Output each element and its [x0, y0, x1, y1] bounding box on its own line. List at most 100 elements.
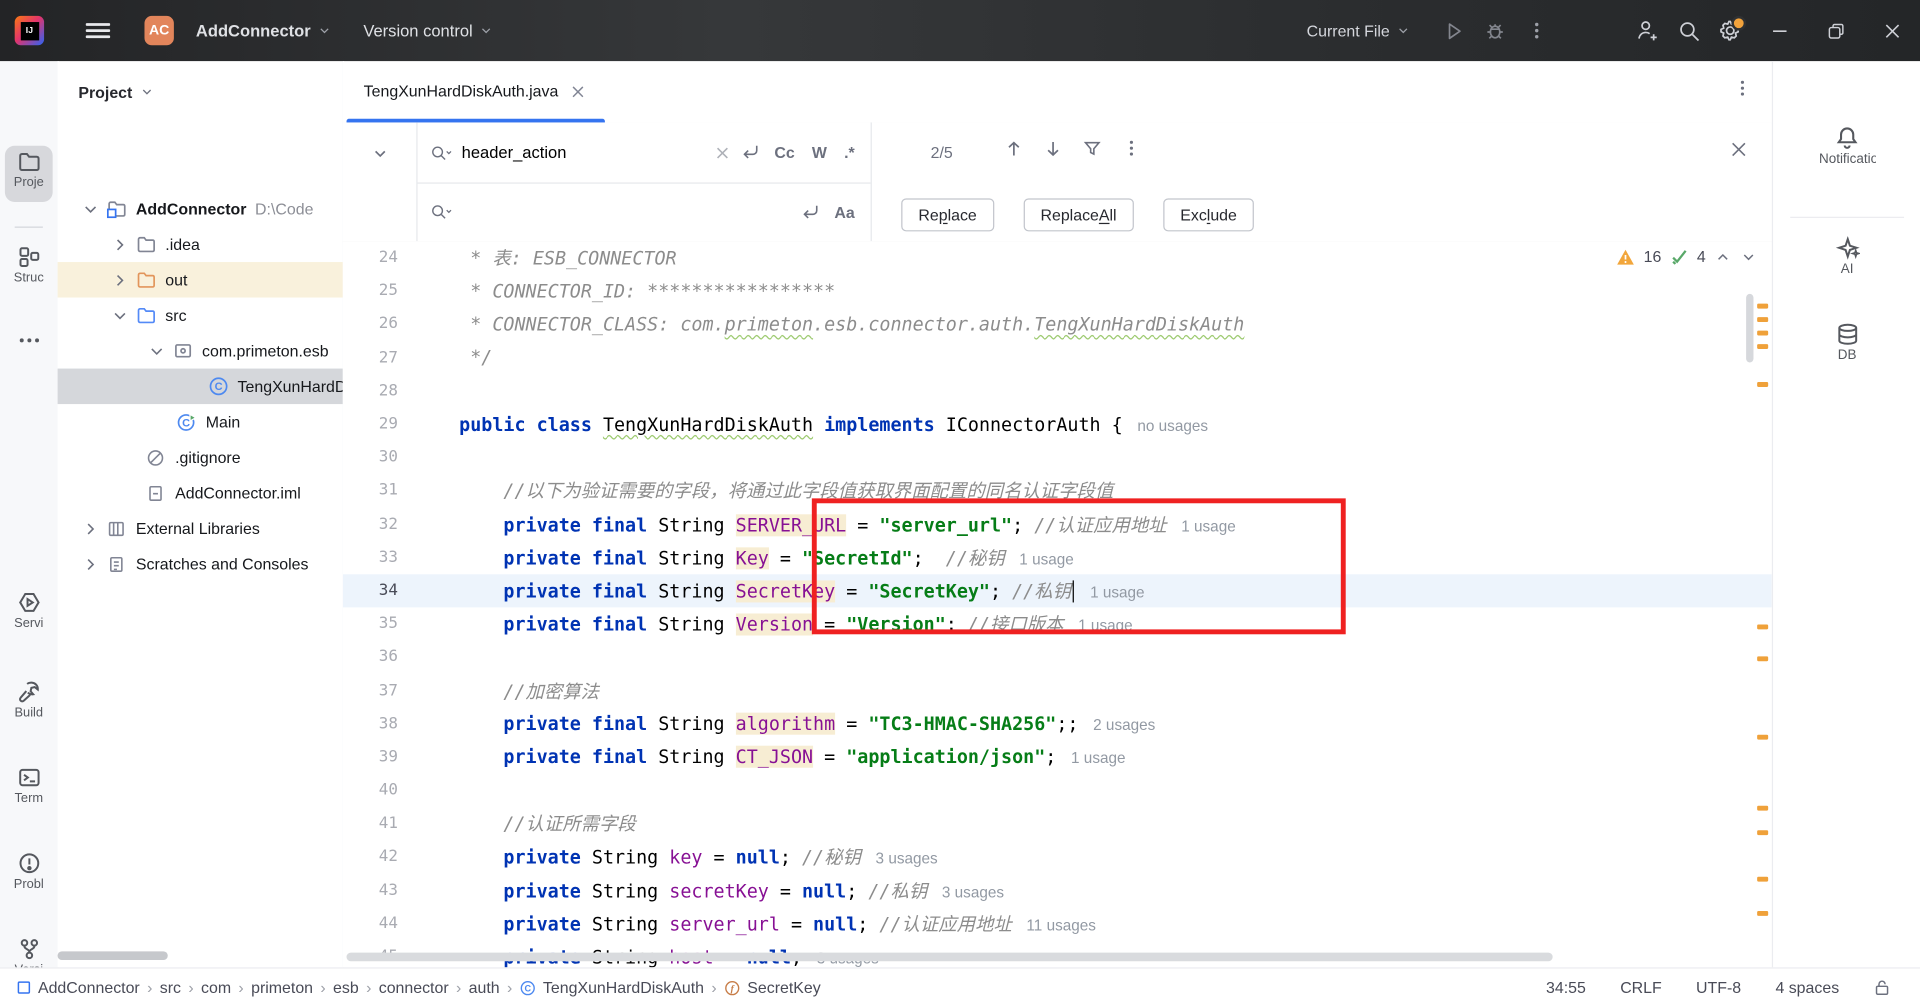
tree-item-gitignore[interactable]: .gitignore: [58, 440, 343, 476]
code-editor[interactable]: 24 * 表: ESB_CONNECTOR25 * CONNECTOR_ID: …: [343, 241, 1772, 967]
code-with-me-button[interactable]: [1626, 10, 1668, 52]
more-actions-button[interactable]: [1516, 10, 1558, 52]
search-input[interactable]: header_action: [462, 143, 706, 161]
project-horizontal-scrollbar[interactable]: [58, 951, 168, 960]
run-button[interactable]: [1433, 10, 1475, 52]
search-options-menu-button[interactable]: [1122, 138, 1142, 158]
find-collapse-toggle[interactable]: [343, 122, 416, 241]
breadcrumb-item[interactable]: src: [160, 978, 181, 996]
code-line[interactable]: 31 //以下为验证需要的字段，将通过此字段值获取界面配置的同名认证字段值: [343, 474, 1772, 507]
window-restore-button[interactable]: [1807, 0, 1863, 61]
tab-close-icon[interactable]: [571, 84, 586, 99]
error-stripe-mark[interactable]: [1757, 806, 1768, 811]
project-widget[interactable]: AddConnector: [186, 21, 341, 39]
line-separator[interactable]: CRLF: [1620, 978, 1662, 996]
indent-style[interactable]: 4 spaces: [1775, 978, 1839, 996]
chevron-down-icon[interactable]: [77, 199, 104, 219]
search-everywhere-button[interactable]: [1668, 10, 1710, 52]
preserve-case-toggle[interactable]: Aa: [831, 203, 859, 221]
breadcrumb-item[interactable]: com: [201, 978, 231, 996]
code-line[interactable]: 27 */: [343, 341, 1772, 374]
sidebar-item-notifications[interactable]: Notifications: [1773, 125, 1920, 167]
window-close-button[interactable]: [1864, 0, 1920, 61]
error-stripe[interactable]: [1756, 241, 1771, 967]
error-stripe-mark[interactable]: [1757, 624, 1768, 629]
sidebar-item-ai-assistant[interactable]: AI: [1773, 236, 1920, 276]
code-line[interactable]: 39 private final String CT_JSON = "appli…: [343, 741, 1772, 774]
chevron-up-icon[interactable]: [1714, 248, 1731, 265]
code-line[interactable]: 29public class TengXunHardDiskAuth imple…: [343, 408, 1772, 441]
error-stripe-mark[interactable]: [1757, 382, 1768, 387]
code-line[interactable]: 42 private String key = null; //秘钥3 usag…: [343, 840, 1772, 873]
sidebar-item-more[interactable]: [0, 328, 58, 352]
replace-button[interactable]: Replace: [901, 198, 994, 231]
vcs-widget[interactable]: Version control: [354, 21, 504, 39]
code-line[interactable]: 33 private final String Key = "SecretId"…: [343, 541, 1772, 574]
chevron-down-icon[interactable]: [1740, 248, 1757, 265]
code-line[interactable]: 26 * CONNECTOR_CLASS: com.primeton.esb.c…: [343, 308, 1772, 341]
breadcrumb-item[interactable]: esb: [333, 978, 359, 996]
breadcrumb-item[interactable]: AddConnector: [16, 978, 140, 996]
file-encoding[interactable]: UTF-8: [1696, 978, 1741, 996]
sidebar-item-terminal[interactable]: Term: [0, 765, 58, 805]
newline-icon[interactable]: [800, 203, 821, 221]
error-stripe-mark[interactable]: [1757, 317, 1768, 322]
code-line[interactable]: 28: [343, 374, 1772, 407]
code-line[interactable]: 30: [343, 441, 1772, 474]
tree-item-iml[interactable]: AddConnector.iml: [58, 475, 343, 511]
sidebar-item-project[interactable]: Proje: [0, 149, 58, 189]
chevron-down-icon[interactable]: [143, 341, 170, 361]
sidebar-item-build[interactable]: Build: [0, 680, 58, 720]
tree-item-class-tengxun[interactable]: CTengXunHardDiskAuth: [58, 369, 343, 405]
debug-button[interactable]: [1474, 10, 1516, 52]
code-line[interactable]: 38 private final String algorithm = "TC3…: [343, 707, 1772, 740]
whole-words-toggle[interactable]: W: [808, 143, 830, 161]
code-line[interactable]: 25 * CONNECTOR_ID: *****************: [343, 275, 1772, 308]
chevron-right-icon[interactable]: [107, 234, 134, 254]
tree-item-out[interactable]: out: [58, 262, 343, 298]
breadcrumb-item[interactable]: connector: [379, 978, 449, 996]
code-line[interactable]: 35 private final String Version = "Versi…: [343, 607, 1772, 640]
code-line[interactable]: 44 private String server_url = null; //认…: [343, 907, 1772, 940]
error-stripe-mark[interactable]: [1757, 735, 1768, 740]
inspections-widget[interactable]: 16 4: [1617, 247, 1757, 265]
sidebar-item-services[interactable]: Servi: [0, 590, 58, 630]
regex-toggle[interactable]: .*: [840, 143, 858, 161]
chevron-right-icon[interactable]: [77, 519, 104, 539]
code-line[interactable]: 43 private String secretKey = null; //私钥…: [343, 874, 1772, 907]
breadcrumb-item[interactable]: auth: [469, 978, 500, 996]
error-stripe-mark[interactable]: [1757, 304, 1768, 309]
error-stripe-mark[interactable]: [1757, 656, 1768, 661]
code-line[interactable]: 40: [343, 774, 1772, 807]
clear-search-icon[interactable]: [716, 145, 731, 160]
code-line[interactable]: 34 private final String SecretKey = "Sec…: [343, 574, 1772, 607]
tab-options-button[interactable]: [1733, 78, 1753, 98]
error-stripe-mark[interactable]: [1757, 911, 1768, 916]
code-line[interactable]: 41 //认证所需字段: [343, 807, 1772, 840]
lock-icon[interactable]: [1873, 978, 1890, 996]
project-panel-header[interactable]: Project: [58, 61, 343, 122]
breadcrumb-item[interactable]: primeton: [251, 978, 313, 996]
sidebar-item-structure[interactable]: Struc: [0, 245, 58, 285]
filter-search-results-button[interactable]: [1082, 138, 1102, 158]
previous-occurrence-button[interactable]: [1004, 138, 1024, 159]
sidebar-item-database[interactable]: DB: [1773, 322, 1920, 362]
close-find-panel-button[interactable]: [1730, 141, 1747, 158]
main-menu-icon[interactable]: [73, 10, 122, 52]
window-minimize-button[interactable]: [1751, 0, 1807, 61]
tree-item-root[interactable]: AddConnectorD:\Code: [58, 191, 343, 227]
code-line[interactable]: 36: [343, 641, 1772, 674]
tree-item-class-main[interactable]: CMain: [58, 404, 343, 440]
run-configuration-selector[interactable]: Current File: [1307, 21, 1411, 39]
tree-item-external-libraries[interactable]: External Libraries: [58, 511, 343, 547]
error-stripe-mark[interactable]: [1757, 830, 1768, 835]
tree-item-src[interactable]: src: [58, 298, 343, 334]
next-occurrence-button[interactable]: [1043, 138, 1063, 159]
chevron-down-icon[interactable]: [107, 306, 134, 326]
exclude-button[interactable]: Exclude: [1163, 198, 1254, 231]
tree-item-package[interactable]: com.primeton.esb: [58, 333, 343, 369]
search-field[interactable]: header_action Cc W .*: [418, 122, 871, 183]
code-line[interactable]: 32 private final String SERVER_URL = "se…: [343, 508, 1772, 541]
tree-item-scratches[interactable]: Scratches and Consoles: [58, 546, 343, 582]
breadcrumb-item[interactable]: fSecretKey: [724, 978, 821, 996]
